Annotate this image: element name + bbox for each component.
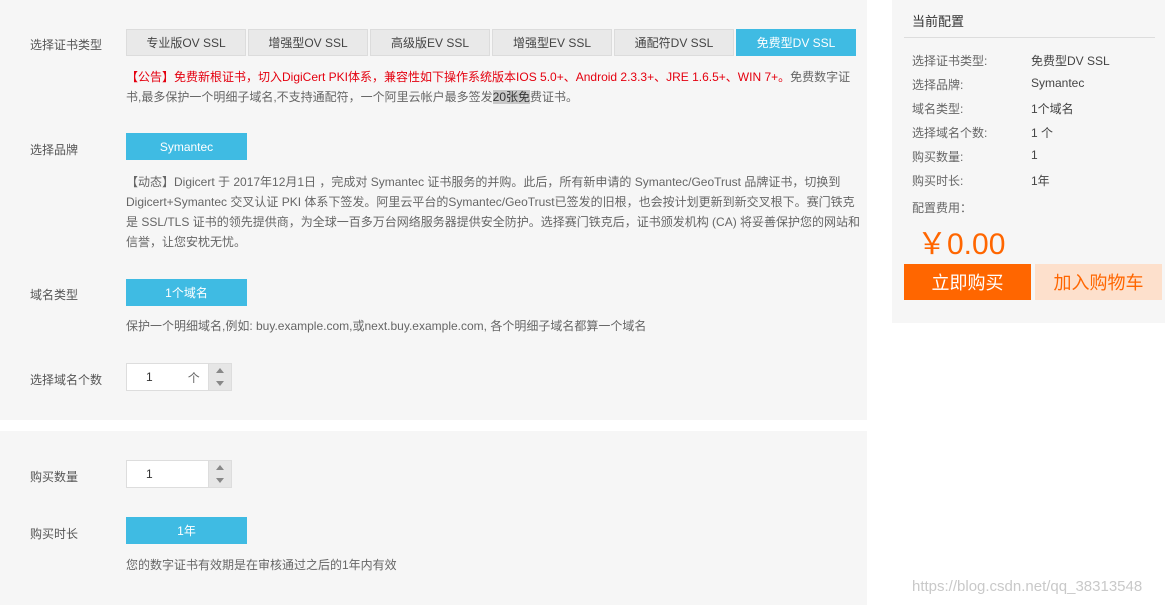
config-panel-top: 选择证书类型 专业版OV SSL 增强型OV SSL 高级版EV SSL 增强型… bbox=[0, 0, 867, 420]
tab-free-dv-ssl[interactable]: 免费型DV SSL bbox=[736, 29, 856, 56]
increment-icon[interactable] bbox=[209, 461, 231, 474]
domain-type-description: 保护一个明细域名,例如: buy.example.com,或next.buy.e… bbox=[126, 319, 647, 333]
domain-count-input[interactable]: 1 个 bbox=[126, 363, 209, 391]
duration-label: 购买时长 bbox=[30, 527, 79, 541]
quantity-stepper: 1 bbox=[126, 460, 232, 488]
config-key: 购买时长: bbox=[912, 174, 964, 188]
watermark: https://blog.csdn.net/qq_38313548 bbox=[912, 578, 1143, 595]
config-row-brand: 选择品牌: Symantec bbox=[912, 76, 1152, 94]
domain-count-value: 1 bbox=[146, 370, 153, 384]
config-value: 免费型DV SSL bbox=[1031, 54, 1110, 68]
brand-symantec-button[interactable]: Symantec bbox=[126, 133, 247, 160]
notice-announcement: 【公告】免费新根证书，切入DigiCert PKI体系，兼容性如下操作系统版本I… bbox=[126, 70, 791, 84]
notice-highlight: 20张免 bbox=[492, 90, 531, 104]
config-key: 选择证书类型: bbox=[912, 54, 988, 68]
config-key: 域名类型: bbox=[912, 102, 964, 116]
config-row-quantity: 购买数量: 1 bbox=[912, 148, 1152, 166]
tab-enhanced-ov-ssl[interactable]: 增强型OV SSL bbox=[248, 29, 368, 56]
config-row-domain-type: 域名类型: 1个域名 bbox=[912, 100, 1152, 118]
buy-now-button[interactable]: 立即购买 bbox=[904, 264, 1031, 300]
quantity-arrows bbox=[209, 460, 232, 488]
config-row-duration: 购买时长: 1年 bbox=[912, 172, 1152, 190]
config-value: Symantec bbox=[1031, 76, 1085, 90]
sidebar-divider bbox=[904, 37, 1155, 38]
cert-type-tabs: 专业版OV SSL 增强型OV SSL 高级版EV SSL 增强型EV SSL … bbox=[126, 29, 858, 56]
add-to-cart-button[interactable]: 加入购物车 bbox=[1035, 264, 1162, 300]
quantity-input[interactable]: 1 bbox=[126, 460, 209, 488]
config-key: 选择域名个数: bbox=[912, 126, 988, 140]
config-row-cert-type: 选择证书类型: 免费型DV SSL bbox=[912, 52, 1152, 70]
notice-text-end: 费证书。 bbox=[530, 90, 579, 104]
domain-type-button[interactable]: 1个域名 bbox=[126, 279, 247, 306]
domain-count-unit: 个 bbox=[187, 370, 200, 385]
increment-icon[interactable] bbox=[209, 364, 231, 377]
duration-button[interactable]: 1年 bbox=[126, 517, 247, 544]
brand-description: 【动态】Digicert 于 2017年12月1日 ，完成对 Symantec … bbox=[126, 175, 861, 249]
cert-type-label: 选择证书类型 bbox=[30, 38, 103, 52]
domain-type-label: 域名类型 bbox=[30, 288, 79, 302]
config-row-domain-count: 选择域名个数: 1 个 bbox=[912, 124, 1152, 142]
domain-count-label: 选择域名个数 bbox=[30, 373, 103, 387]
config-key: 选择品牌: bbox=[912, 78, 964, 92]
config-value: 1 bbox=[1031, 148, 1038, 162]
brand-label: 选择品牌 bbox=[30, 143, 79, 157]
tab-wildcard-dv-ssl[interactable]: 通配符DV SSL bbox=[614, 29, 734, 56]
decrement-icon[interactable] bbox=[209, 474, 231, 487]
decrement-icon[interactable] bbox=[209, 377, 231, 390]
quantity-value: 1 bbox=[146, 467, 153, 481]
cert-type-notice: 【公告】免费新根证书，切入DigiCert PKI体系，兼容性如下操作系统版本I… bbox=[126, 67, 858, 107]
quantity-label: 购买数量 bbox=[30, 470, 79, 484]
domain-count-arrows bbox=[209, 363, 232, 391]
duration-description: 您的数字证书有效期是在审核通过之后的1年内有效 bbox=[126, 558, 397, 572]
domain-count-stepper: 1 个 bbox=[126, 363, 232, 391]
tab-advanced-ev-ssl[interactable]: 高级版EV SSL bbox=[370, 29, 490, 56]
fee-label: 配置费用： bbox=[912, 201, 973, 215]
current-config-sidebar: 当前配置 选择证书类型: 免费型DV SSL 选择品牌: Symantec 域名… bbox=[892, 0, 1165, 323]
config-value: 1年 bbox=[1031, 174, 1050, 188]
tab-pro-ov-ssl[interactable]: 专业版OV SSL bbox=[126, 29, 246, 56]
config-value: 1 个 bbox=[1031, 126, 1054, 140]
config-panel-bottom: 购买数量 1 购买时长 1年 您的数字证书有效期是在审核通过之后的1年内有效 bbox=[0, 431, 867, 605]
tab-enhanced-ev-ssl[interactable]: 增强型EV SSL bbox=[492, 29, 612, 56]
config-value: 1个域名 bbox=[1031, 102, 1074, 116]
sidebar-title: 当前配置 bbox=[912, 14, 965, 29]
config-key: 购买数量: bbox=[912, 150, 964, 164]
price-total: ￥0.00 bbox=[917, 228, 1006, 261]
